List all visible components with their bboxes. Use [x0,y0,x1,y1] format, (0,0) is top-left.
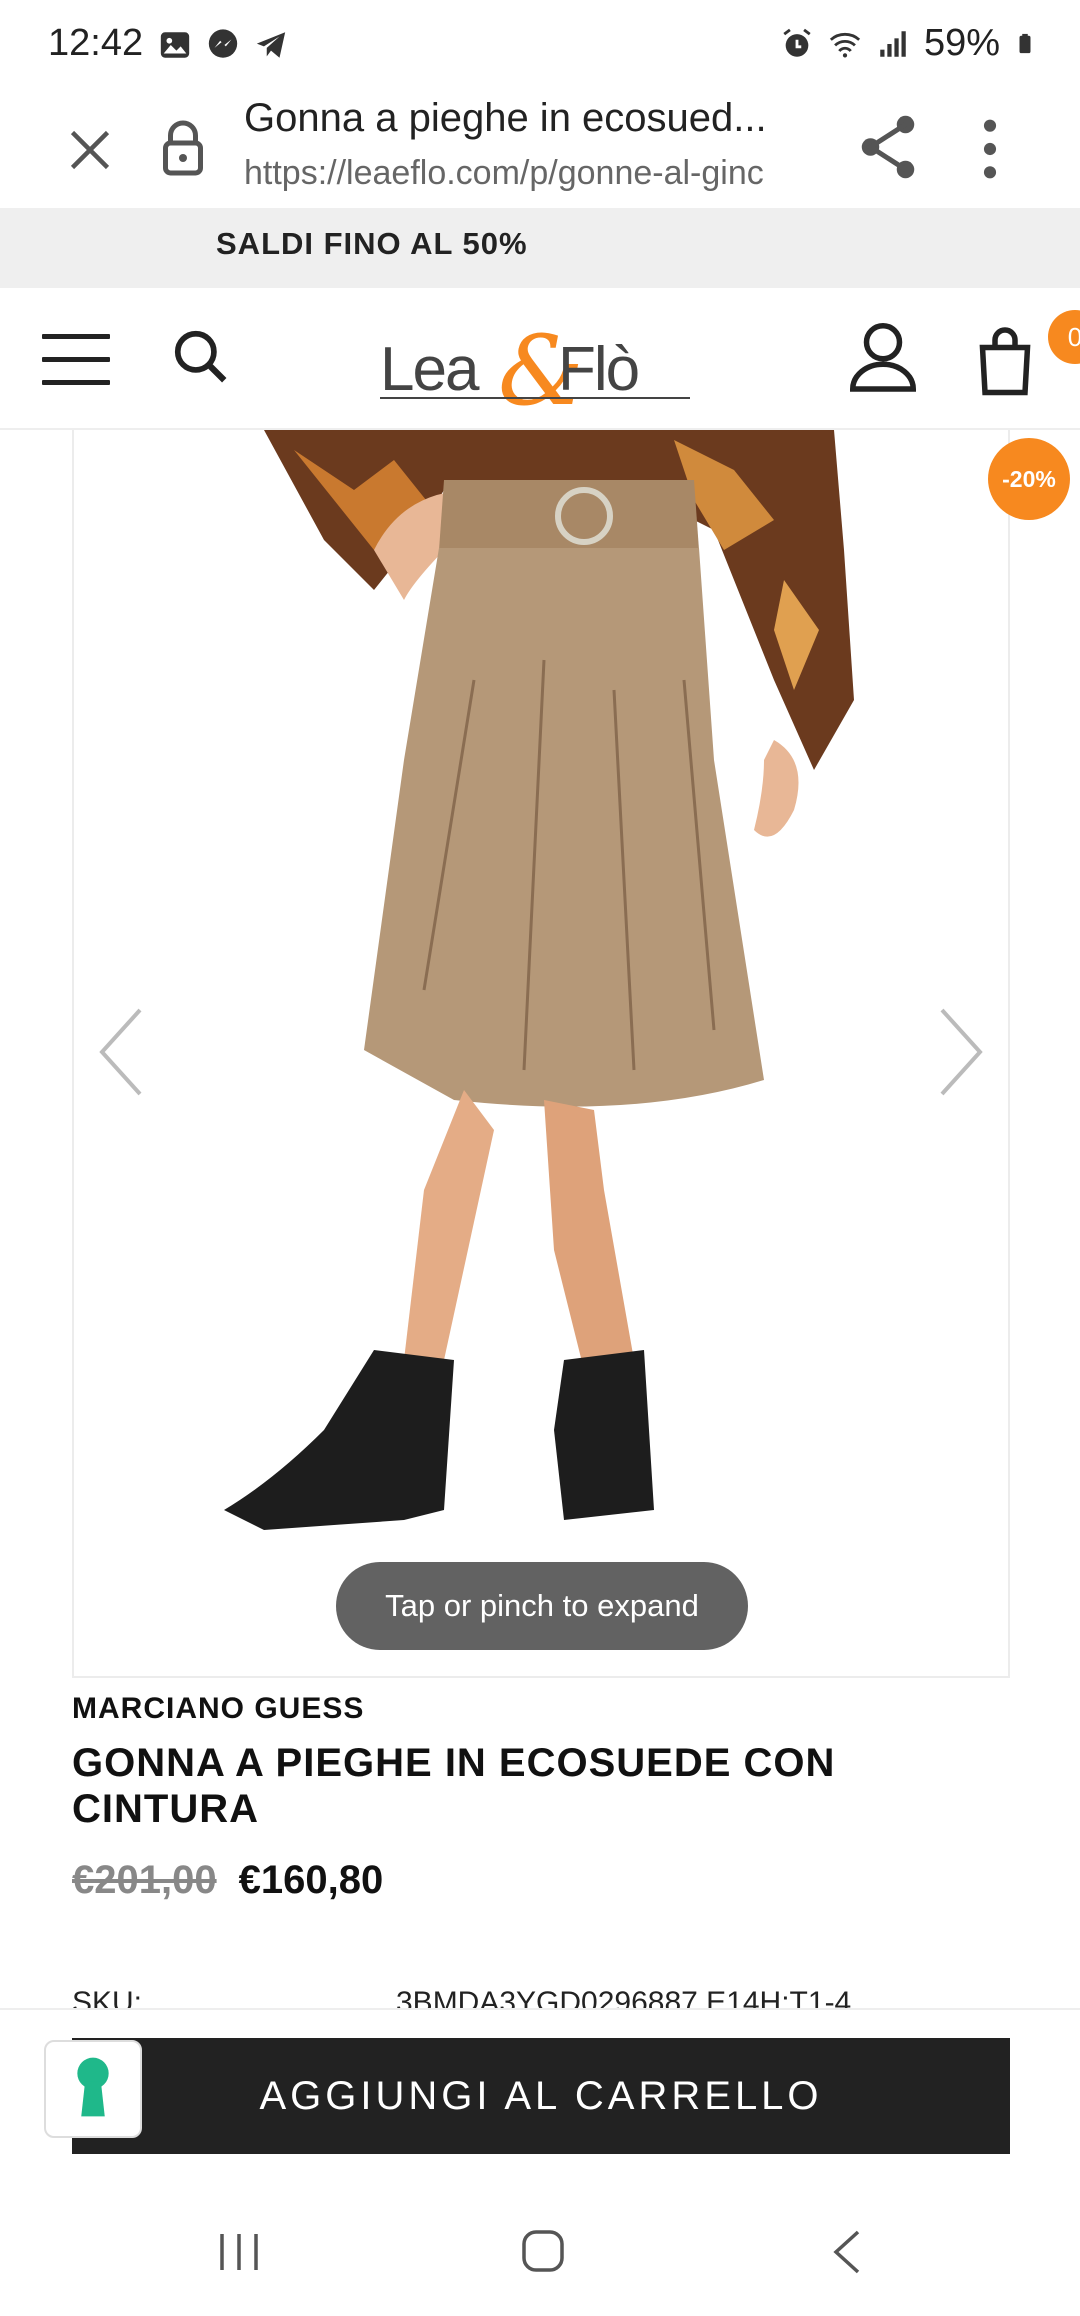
system-navigation-bar [0,2184,1080,2316]
page-title[interactable]: Gonna a pieghe in ecosued... [244,96,824,141]
sku-label: SKU: [72,1986,143,2010]
menu-button[interactable] [42,334,110,386]
product-title: GONNA A PIEGHE IN ECOSUEDE CON CINTURA [72,1741,836,1831]
recent-apps-icon[interactable] [214,2230,264,2274]
lock-icon[interactable] [158,118,208,178]
close-icon[interactable] [60,120,120,180]
expand-hint[interactable]: Tap or pinch to expand [336,1562,748,1650]
svg-text:Lea: Lea [380,335,480,404]
battery-icon [1019,33,1031,53]
site-header: Lea & Flò [0,288,1080,430]
sale-price: €160,80 [238,1858,384,1902]
url-bar[interactable]: https://leaeflo.com/p/gonne-al-ginc [244,154,824,193]
chevron-left-icon[interactable] [96,1006,146,1098]
battery-percent: 59% [923,22,1000,64]
price-row: €201,00 €160,80 [72,1858,383,1903]
gallery-icon [160,32,190,58]
menu-line [42,380,110,385]
more-options-icon[interactable] [970,114,1010,184]
menu-line [42,357,110,362]
discount-badge: -20% [988,438,1070,520]
chevron-right-icon[interactable] [936,1006,986,1098]
notification-icons [158,28,288,62]
shopping-bag-icon[interactable] [975,324,1035,396]
telegram-icon [256,32,286,58]
system-indicators: 59% [780,22,1036,65]
product-image[interactable] [74,430,1010,1678]
accessibility-button[interactable] [44,2040,142,2138]
svg-text:Flò: Flò [558,335,638,404]
site-logo[interactable]: Lea & Flò [380,308,700,418]
status-bar: 12:42 59% [0,0,1080,90]
keyhole-icon [77,2057,109,2117]
search-icon[interactable] [170,326,232,388]
sku-value: 3BMDA3YGD0296887 E14H:T1-4 [396,1986,852,2010]
old-price: €201,00 [72,1858,217,1902]
account-icon[interactable] [850,320,916,392]
product-brand[interactable]: MARCIANO GUESS [72,1692,364,1726]
messenger-icon [208,29,238,58]
sku-row: SKU: 3BMDA3YGD0296887 E14H:T1-4 [72,1986,1080,2010]
promo-text: SALDI FINO AL 50% [216,226,528,261]
back-icon[interactable] [830,2228,864,2276]
menu-line [42,334,110,339]
browser-toolbar: Gonna a pieghe in ecosued... https://lea… [0,90,1080,208]
signal-icon [880,30,906,57]
alarm-icon [783,28,811,57]
promo-banner[interactable]: SALDI FINO AL 50% [0,208,1080,288]
share-icon[interactable] [858,112,918,182]
wifi-icon [829,32,861,57]
status-time: 12:42 [48,22,144,64]
home-icon[interactable] [520,2228,566,2274]
add-to-cart-button[interactable]: AGGIUNGI AL CARRELLO [72,2038,1010,2154]
product-image-gallery[interactable] [72,430,1010,1678]
